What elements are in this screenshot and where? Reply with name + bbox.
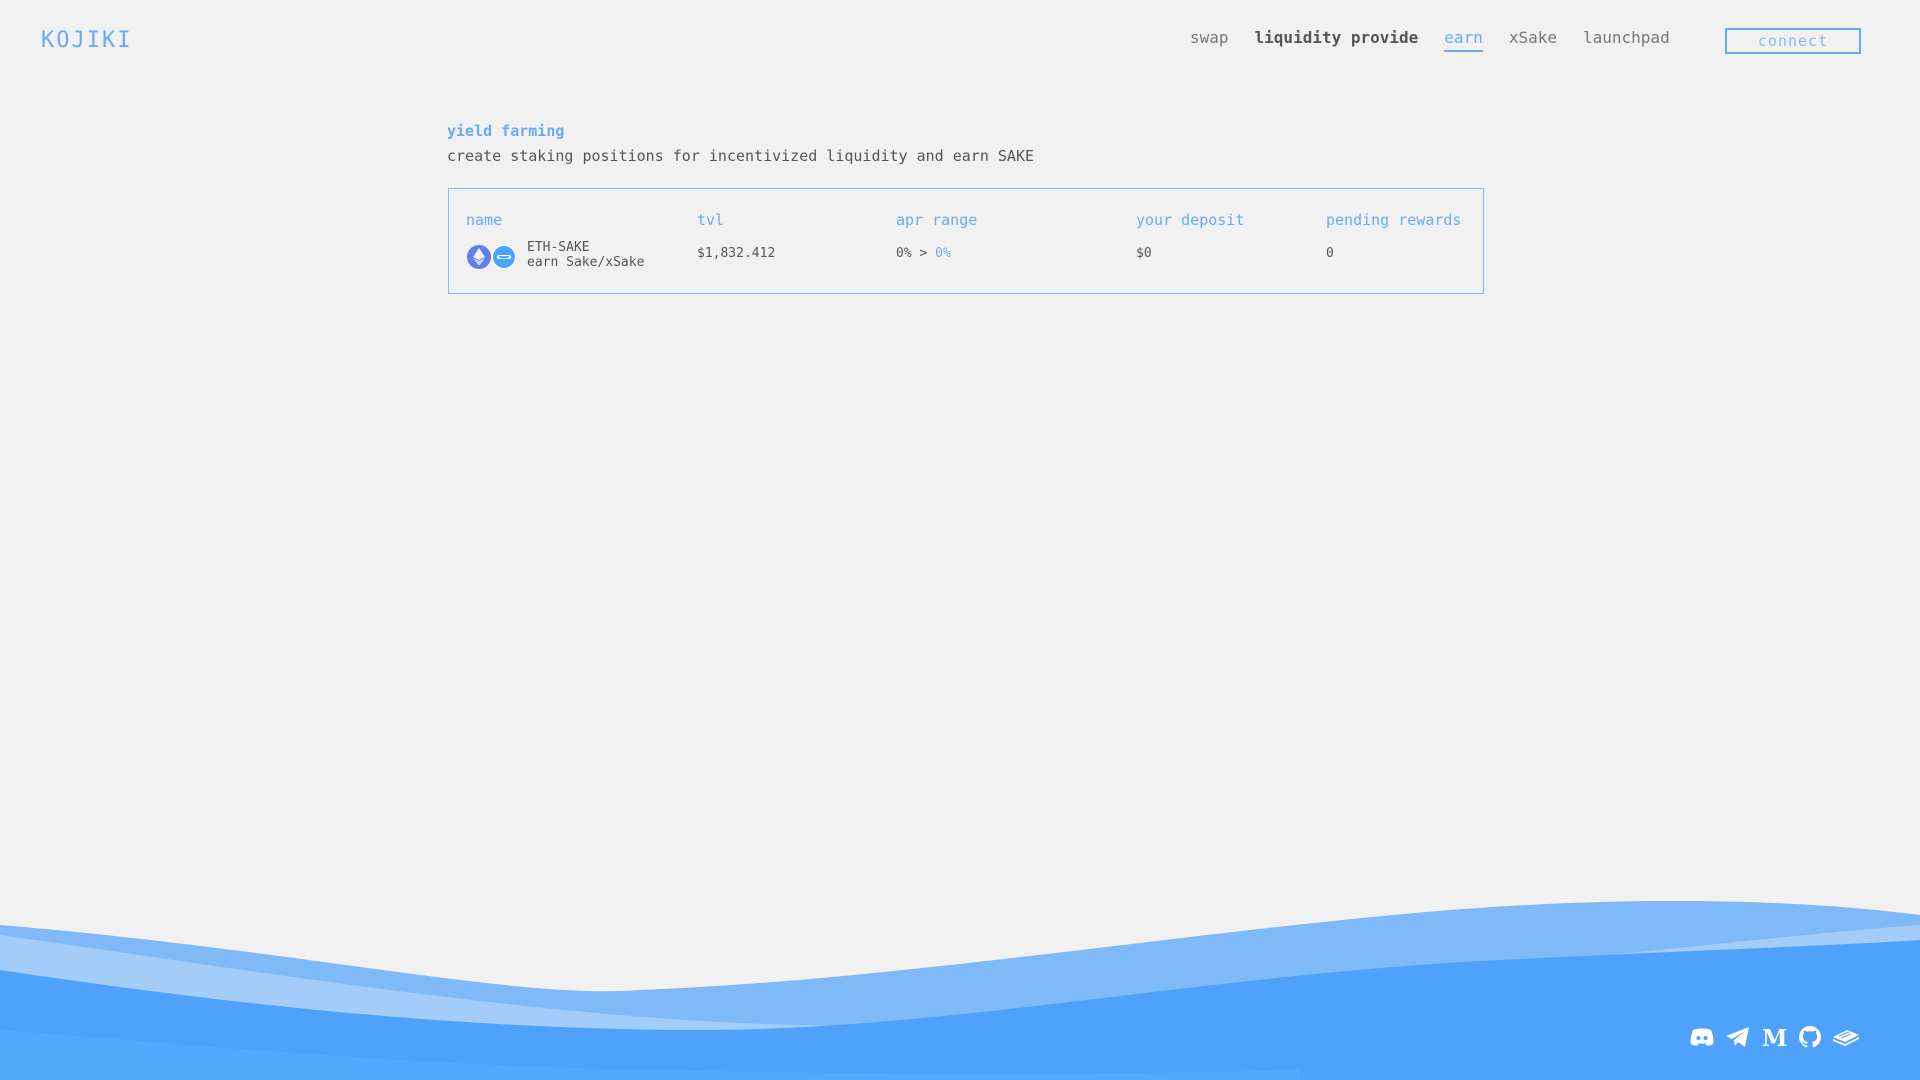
medium-icon[interactable]: M [1756,1023,1792,1051]
page-subtitle: create staking positions for incentivize… [447,147,1034,165]
pair-name: ETH-SAKE [527,240,590,255]
pending-rewards-value: 0 [1326,246,1334,261]
pair-name-cell: ETH-SAKE earn Sake/xSake [527,240,644,270]
pair-earn-label: earn Sake/xSake [527,255,645,270]
discord-icon[interactable] [1684,1023,1720,1051]
page-title: yield farming [447,122,565,140]
sake-icon [492,245,516,269]
footer-waves [0,900,1920,1080]
docs-icon[interactable] [1828,1023,1864,1051]
connect-button[interactable]: connect [1725,28,1861,54]
column-header-tvl: tvl [697,211,725,229]
github-icon[interactable] [1792,1023,1828,1051]
farm-table: name tvl apr range your deposit pending … [448,188,1484,294]
column-header-your-deposit: your deposit [1136,211,1245,229]
eth-icon [467,245,491,269]
nav-liquidity-provide[interactable]: liquidity provide [1255,28,1419,52]
pair-icons [467,245,517,271]
nav-swap[interactable]: swap [1190,28,1229,52]
logo[interactable]: KOJIKI [41,27,133,53]
social-links: M [1684,1023,1864,1051]
column-header-name: name [466,211,503,229]
nav-launchpad[interactable]: launchpad [1583,28,1670,52]
apr-max: 0% [935,246,951,261]
main-nav: swap liquidity provide earn xSake launch… [1190,28,1696,52]
nav-xsake[interactable]: xSake [1509,28,1557,52]
apr-min: 0% > [896,246,928,261]
apr-range-value: 0% > 0% [896,246,951,261]
tvl-value: $1,832.412 [697,246,776,261]
deposit-value: $0 [1136,246,1152,261]
nav-earn[interactable]: earn [1444,28,1483,52]
logo-text: KOJIKI [41,27,133,53]
telegram-icon[interactable] [1720,1023,1756,1051]
svg-text:M: M [1762,1026,1787,1048]
column-header-apr-range: apr range [896,211,978,229]
column-header-pending-rewards: pending rewards [1326,211,1462,229]
